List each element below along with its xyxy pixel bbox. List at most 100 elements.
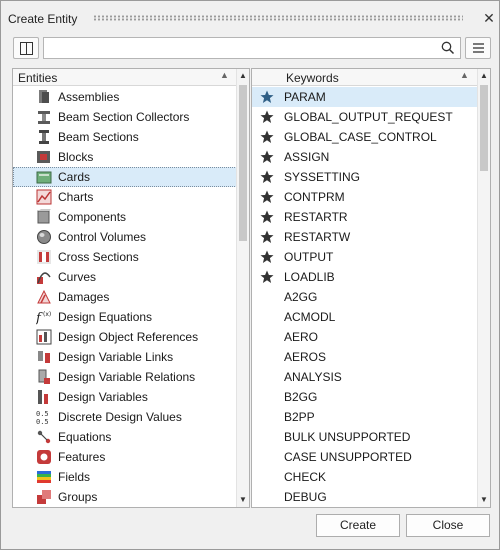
keyword-item[interactable]: RESTARTW [252, 227, 478, 247]
entity-item[interactable]: Design Variable Links [13, 347, 237, 367]
entity-item[interactable]: Blocks [13, 147, 237, 167]
keyword-item[interactable]: CASE UNSUPPORTED [252, 447, 478, 467]
star-icon[interactable] [260, 130, 274, 144]
entities-column-header[interactable]: Entities ▲ [13, 69, 237, 86]
entity-item[interactable]: Equations [13, 427, 237, 447]
keyword-item[interactable]: B2GG [252, 387, 478, 407]
star-icon[interactable] [260, 270, 274, 284]
star-icon[interactable] [260, 210, 274, 224]
keyword-item[interactable]: RESTARTR [252, 207, 478, 227]
entity-item[interactable]: Charts [13, 187, 237, 207]
entity-item[interactable]: Design Variables [13, 387, 237, 407]
star-icon[interactable] [260, 110, 274, 124]
keyword-item[interactable]: ANALYSIS [252, 367, 478, 387]
entity-item[interactable]: Components [13, 207, 237, 227]
keyword-item[interactable]: CHECK [252, 467, 478, 487]
star-icon[interactable] [260, 90, 274, 104]
star-icon[interactable] [260, 170, 274, 184]
entity-item[interactable]: Fields [13, 467, 237, 487]
close-button[interactable]: Close [406, 514, 490, 537]
close-icon[interactable]: ✕ [481, 9, 497, 27]
create-button[interactable]: Create [316, 514, 400, 537]
entity-item[interactable]: 0.5 0.5 Discrete Design Values [13, 407, 237, 427]
sort-ascending-icon[interactable]: ▲ [220, 70, 229, 80]
scrollbar-thumb[interactable] [239, 85, 247, 241]
keyword-item[interactable]: OUTPUT [252, 247, 478, 267]
drag-grip[interactable] [93, 15, 463, 21]
scroll-down-icon[interactable]: ▼ [237, 494, 249, 506]
search-icon[interactable] [441, 41, 455, 55]
entity-item[interactable]: Groups [13, 487, 237, 507]
keyword-item-label: CONTPRM [284, 190, 345, 204]
entities-scrollbar[interactable]: ▲ ▼ [236, 69, 249, 507]
search-input[interactable] [47, 40, 437, 56]
entity-item[interactable]: Features [13, 447, 237, 467]
keyword-item[interactable]: ASSIGN [252, 147, 478, 167]
keyword-item[interactable]: BULK UNSUPPORTED [252, 427, 478, 447]
keyword-item[interactable]: DEBUG [252, 487, 478, 507]
entity-item[interactable]: Damages [13, 287, 237, 307]
keyword-item-label: GLOBAL_OUTPUT_REQUEST [284, 110, 453, 124]
scroll-down-icon[interactable]: ▼ [478, 494, 490, 506]
entity-item-label: Control Volumes [58, 230, 147, 244]
entities-list: Entities ▲ Assemblies Beam Section Collec… [12, 68, 250, 508]
menu-button[interactable] [465, 37, 491, 59]
keyword-item[interactable]: CONTPRM [252, 187, 478, 207]
entity-item-label: Damages [58, 290, 110, 304]
keyword-item[interactable]: SYSSETTING [252, 167, 478, 187]
design-variables-icon [36, 389, 52, 405]
search-field[interactable] [43, 37, 461, 59]
entity-item[interactable]: Design Variable Relations [13, 367, 237, 387]
panel-toggle-button[interactable] [13, 37, 39, 59]
entity-item[interactable]: Cards [13, 167, 237, 187]
keywords-scrollbar[interactable]: ▲ ▼ [477, 69, 490, 507]
entity-item-label: Design Variable Relations [58, 370, 196, 384]
entity-item[interactable]: Control Volumes [13, 227, 237, 247]
entity-item-label: Curves [58, 270, 97, 284]
svg-text:(x): (x) [43, 311, 51, 318]
entity-item[interactable]: Design Object References [13, 327, 237, 347]
keyword-item-label: B2PP [284, 410, 315, 424]
design-equations-icon: f (x) [35, 309, 52, 326]
entity-item[interactable]: f (x) Design Equations [13, 307, 237, 327]
keyword-item-label: LOADLIB [284, 270, 335, 284]
entity-item-label: Assemblies [58, 90, 120, 104]
scroll-up-icon[interactable]: ▲ [478, 70, 490, 82]
damages-icon [36, 289, 52, 305]
design-variable-relations-icon [36, 369, 52, 385]
scrollbar-thumb[interactable] [480, 85, 488, 171]
entity-item[interactable]: Curves [13, 267, 237, 287]
keyword-item[interactable]: LOADLIB [252, 267, 478, 287]
entity-item[interactable]: Beam Section Collectors [13, 107, 237, 127]
sort-ascending-icon[interactable]: ▲ [460, 70, 469, 80]
groups-icon [36, 489, 52, 505]
keyword-item-label: SYSSETTING [284, 170, 361, 184]
keywords-column-header[interactable]: Keywords ▲ [252, 69, 478, 86]
star-icon[interactable] [260, 250, 274, 264]
entity-item-label: Groups [58, 490, 98, 504]
keyword-item-label: AERO [284, 330, 319, 344]
entity-item[interactable]: Assemblies [13, 87, 237, 107]
entities-header-label: Entities [18, 71, 58, 85]
scroll-up-icon[interactable]: ▲ [237, 70, 249, 82]
keyword-item[interactable]: A2GG [252, 287, 478, 307]
entity-item[interactable]: Beam Sections [13, 127, 237, 147]
keyword-item[interactable]: PARAM [252, 87, 478, 107]
title-bar[interactable]: Create Entity ✕ [1, 1, 499, 35]
keyword-item-label: DEBUG [284, 490, 327, 504]
keyword-item[interactable]: AERO [252, 327, 478, 347]
star-icon[interactable] [260, 230, 274, 244]
keyword-item[interactable]: GLOBAL_CASE_CONTROL [252, 127, 478, 147]
keyword-item[interactable]: GLOBAL_OUTPUT_REQUEST [252, 107, 478, 127]
keyword-item[interactable]: AEROS [252, 347, 478, 367]
assemblies-icon [36, 89, 52, 105]
keyword-item[interactable]: ACMODL [252, 307, 478, 327]
star-icon[interactable] [260, 190, 274, 204]
keyword-item[interactable]: B2PP [252, 407, 478, 427]
keyword-item-label: B2GG [284, 390, 318, 404]
charts-icon [36, 189, 52, 205]
entity-item[interactable]: Cross Sections [13, 247, 237, 267]
keywords-list: Keywords ▲ PARAM GLOBAL_OUTPUT_REQUEST GLO… [251, 68, 491, 508]
keyword-item-label: CHECK [284, 470, 327, 484]
star-icon[interactable] [260, 150, 274, 164]
